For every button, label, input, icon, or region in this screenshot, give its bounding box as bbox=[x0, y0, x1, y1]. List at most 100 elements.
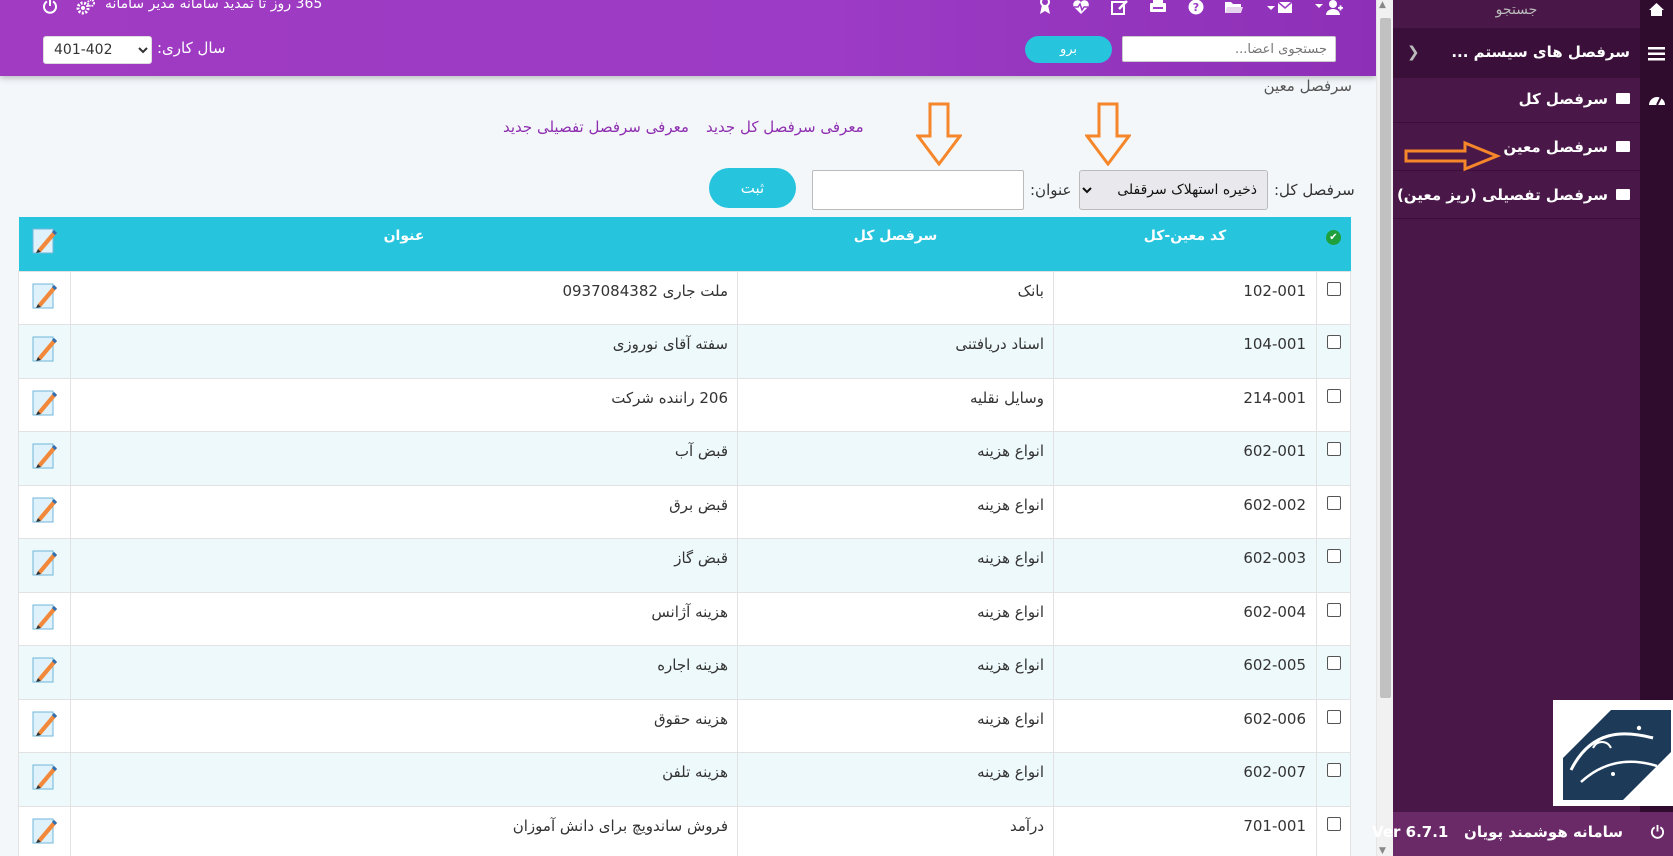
code-cell: 602-005 bbox=[1053, 645, 1317, 700]
row-checkbox[interactable] bbox=[1326, 388, 1341, 403]
edit-icon[interactable] bbox=[32, 547, 58, 577]
edit-cell[interactable] bbox=[18, 752, 71, 807]
row-checkbox[interactable] bbox=[1326, 281, 1341, 296]
envelope-icon[interactable] bbox=[1265, 1, 1293, 19]
table-row[interactable]: قبض گاز انواع هزینه 602-003 bbox=[18, 538, 1351, 593]
row-checkbox[interactable] bbox=[1326, 816, 1341, 831]
chevron-left-icon: ❮ bbox=[1407, 43, 1420, 61]
table-row[interactable]: سفته آقای نوروزی اسناد دریافتنی 104-001 bbox=[18, 324, 1351, 379]
edit-icon[interactable] bbox=[32, 387, 58, 417]
edit-icon[interactable] bbox=[32, 280, 58, 310]
title-cell: فروش ساندویچ برای دانش آموزان bbox=[70, 805, 738, 856]
scroll-down-icon[interactable]: ▼ bbox=[1379, 846, 1386, 856]
gears-icon[interactable] bbox=[76, 0, 96, 20]
folder-plus-icon bbox=[1616, 136, 1630, 184]
sidebar-item-general-account[interactable]: سرفصل کل bbox=[1393, 75, 1640, 136]
row-checkbox[interactable] bbox=[1326, 335, 1341, 349]
edit-icon[interactable] bbox=[32, 654, 58, 684]
top-bar: 365 روز تا تمدید سامانه مدیر سامانه ? سا… bbox=[0, 0, 1376, 76]
title-input[interactable] bbox=[812, 170, 1024, 210]
edit-icon[interactable] bbox=[32, 225, 58, 255]
title-cell: هزینه حقوق bbox=[70, 698, 738, 753]
row-checkbox[interactable] bbox=[1326, 442, 1341, 456]
edit-icon[interactable] bbox=[32, 815, 58, 845]
help-icon[interactable]: ? bbox=[1188, 0, 1204, 19]
code-cell: 602-004 bbox=[1053, 591, 1317, 646]
row-checkbox[interactable] bbox=[1326, 549, 1341, 563]
general-cell: انواع هزینه bbox=[737, 645, 1054, 700]
title-cell: قبض برق bbox=[70, 484, 738, 539]
menu-icon[interactable] bbox=[1648, 46, 1665, 65]
title-cell: هزینه تلفن bbox=[70, 752, 738, 807]
edit-cell[interactable] bbox=[18, 645, 71, 700]
printer-icon[interactable] bbox=[1149, 0, 1167, 19]
edit-icon[interactable] bbox=[32, 601, 58, 631]
header-code[interactable]: کد معین-کل bbox=[1054, 217, 1317, 271]
header-general[interactable]: سرفصل کل bbox=[738, 217, 1054, 271]
table-row[interactable]: فروش ساندویچ برای دانش آموزان درآمد 701-00… bbox=[18, 805, 1351, 856]
page-scrollbar[interactable]: ▲ ▼ bbox=[1376, 0, 1393, 856]
edit-cell[interactable] bbox=[18, 805, 71, 856]
sidebar-item-label: سرفصل کل bbox=[1518, 90, 1608, 108]
row-checkbox[interactable] bbox=[1326, 763, 1341, 777]
row-checkbox[interactable] bbox=[1326, 709, 1341, 724]
edit-icon[interactable] bbox=[32, 761, 58, 791]
edit-icon[interactable] bbox=[32, 333, 58, 363]
select-cell bbox=[1316, 591, 1351, 646]
sidebar-search[interactable]: جستجو bbox=[1393, 2, 1640, 18]
general-cell: انواع هزینه bbox=[737, 752, 1054, 807]
new-general-account-link[interactable]: معرفی سرفصل کل جدید bbox=[706, 118, 864, 136]
power-icon[interactable] bbox=[1650, 824, 1665, 843]
scrollbar-thumb[interactable] bbox=[1380, 18, 1391, 698]
ribbon-icon[interactable] bbox=[1038, 0, 1052, 19]
scroll-up-icon[interactable]: ▲ bbox=[1379, 0, 1386, 10]
dashboard-icon[interactable] bbox=[1648, 91, 1666, 111]
table-row[interactable]: هزینه اجاره انواع هزینه 602-005 bbox=[18, 645, 1351, 700]
row-checkbox[interactable] bbox=[1326, 495, 1341, 510]
fiscal-year-select[interactable]: 401-402 bbox=[43, 36, 152, 64]
table-row[interactable]: هزینه تلفن انواع هزینه 602-007 bbox=[18, 752, 1351, 807]
check-circle-icon[interactable]: ✔ bbox=[1326, 230, 1341, 245]
table-row[interactable]: 206 راننده شرکت وسایل نقلیه 214-001 bbox=[18, 377, 1351, 432]
edit-icon[interactable] bbox=[32, 440, 58, 470]
folder-plus-icon bbox=[1616, 88, 1630, 136]
table-row[interactable]: قبض برق انواع هزینه 602-002 bbox=[18, 484, 1351, 539]
edit-icon[interactable] bbox=[32, 708, 58, 738]
edit-icon[interactable] bbox=[32, 494, 58, 524]
folder-open-icon[interactable] bbox=[1224, 0, 1244, 19]
edit-cell[interactable] bbox=[18, 484, 71, 539]
title-cell: 206 راننده شرکت bbox=[70, 377, 738, 432]
edit-cell[interactable] bbox=[18, 538, 71, 593]
edit-cell[interactable] bbox=[18, 431, 71, 486]
edit-cell[interactable] bbox=[18, 324, 71, 379]
search-go-button[interactable]: برو bbox=[1025, 36, 1112, 63]
heartbeat-icon[interactable] bbox=[1072, 0, 1090, 19]
member-search-input[interactable] bbox=[1122, 36, 1336, 62]
edit-cell[interactable] bbox=[18, 698, 71, 753]
code-cell: 602-003 bbox=[1053, 538, 1317, 593]
power-icon[interactable] bbox=[42, 0, 58, 18]
table-row[interactable]: ملت جاری 0937084382 بانک 102-001 bbox=[18, 270, 1351, 325]
title-cell: قبض آب bbox=[70, 431, 738, 486]
header-select-all[interactable]: ✔ bbox=[1317, 217, 1351, 271]
table-row[interactable]: قبض آب انواع هزینه 602-001 bbox=[18, 431, 1351, 486]
general-account-select[interactable]: ذخیره استهلاک سرقفلی bbox=[1079, 170, 1268, 210]
edit-cell[interactable] bbox=[18, 377, 71, 432]
new-detail-account-link[interactable]: معرفی سرفصل تفصیلی جدید bbox=[503, 118, 689, 136]
row-checkbox[interactable] bbox=[1326, 656, 1341, 670]
sidebar-footer: سامانه هوشمند پویان Ver 6.7.1 bbox=[1372, 812, 1673, 856]
sidebar-parent-system-accounts[interactable]: سرفصل های سیستم ... ❮ bbox=[1393, 28, 1640, 78]
save-button[interactable]: ثبت bbox=[709, 168, 796, 208]
table-row[interactable]: هزینه آژانس انواع هزینه 602-004 bbox=[18, 591, 1351, 646]
row-checkbox[interactable] bbox=[1326, 602, 1341, 617]
table-row[interactable]: هزینه حقوق انواع هزینه 602-006 bbox=[18, 698, 1351, 753]
home-icon[interactable] bbox=[1648, 2, 1665, 21]
edit-cell[interactable] bbox=[18, 591, 71, 646]
sidebar-item-detail-account[interactable]: سرفصل تفصیلی (ریز معین) bbox=[1393, 171, 1640, 232]
header-edit-column[interactable] bbox=[19, 217, 71, 271]
edit-note-icon[interactable] bbox=[1110, 0, 1129, 19]
header-title[interactable]: عنوان bbox=[71, 217, 738, 271]
edit-cell[interactable] bbox=[18, 270, 71, 325]
user-plus-icon[interactable] bbox=[1313, 0, 1344, 19]
accounts-table: عنوان سرفصل کل کد معین-کل ✔ ملت جاری 093… bbox=[18, 217, 1351, 856]
